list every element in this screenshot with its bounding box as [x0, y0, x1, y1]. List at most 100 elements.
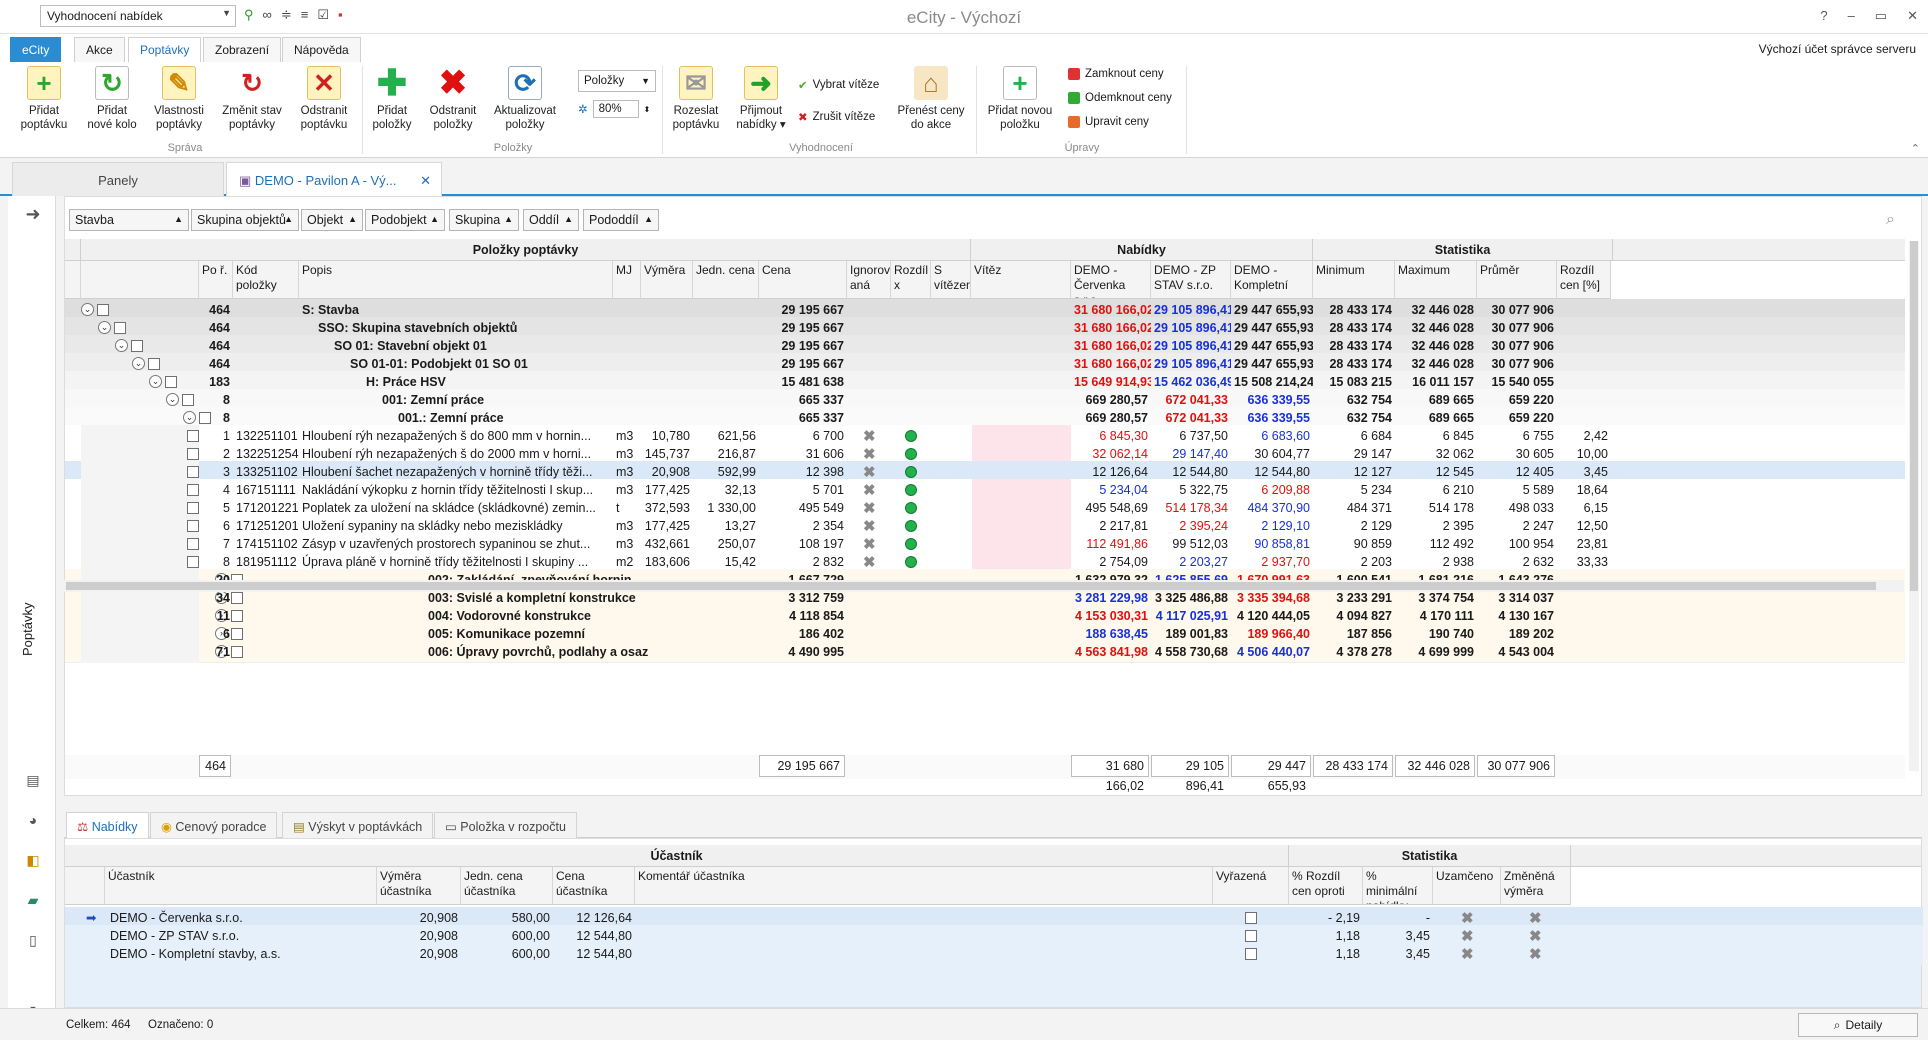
cancel-winner-button[interactable]: ✖ Zrušit vítěze	[798, 110, 875, 124]
offers-col-1[interactable]: Výměra účastníka	[377, 867, 461, 905]
edit-prices-button[interactable]: Upravit ceny	[1068, 116, 1149, 128]
filter-5[interactable]: Oddíl ▲	[523, 209, 579, 231]
collapse-icon[interactable]: ⌄	[149, 375, 162, 388]
collapse-icon[interactable]: ⌄	[98, 321, 111, 334]
row-checkbox[interactable]	[187, 430, 199, 442]
offers-col-7[interactable]: % minimální nabídky	[1363, 867, 1433, 905]
offers-col-6[interactable]: % Rozdíl cen oproti	[1289, 867, 1363, 905]
section-row[interactable]: › 71 006: Úpravy povrchů, podlahy a osaz 4 …	[65, 641, 1905, 663]
row-checkbox[interactable]	[165, 376, 177, 388]
excluded-checkbox[interactable]	[1245, 948, 1257, 960]
col-header-roz[interactable]: Rozdíl x	[891, 261, 931, 299]
col-header-desc[interactable]: Popis	[299, 261, 613, 299]
update-items-button[interactable]: ⟳ Aktualizovat položky	[488, 66, 562, 132]
col-header-kod[interactable]: Kód položky	[233, 261, 299, 299]
col-header-max[interactable]: Maximum	[1395, 261, 1477, 299]
col-header-sv[interactable]: S vítězem	[931, 261, 971, 299]
offers-col-8[interactable]: Uzamčeno	[1433, 867, 1501, 905]
scroll-thumb[interactable]	[1910, 241, 1918, 591]
row-checkbox[interactable]	[148, 358, 160, 370]
lock-prices-button[interactable]: Zamknout ceny	[1068, 68, 1164, 80]
offers-col-4[interactable]: Komentář účastníka	[635, 867, 1213, 905]
search-icon[interactable]: ⌕	[1886, 211, 1895, 229]
row-checkbox[interactable]	[187, 484, 199, 496]
spin-icon[interactable]: ⬍	[644, 105, 651, 114]
minimize-icon[interactable]: –	[1848, 8, 1855, 24]
col-header-min[interactable]: Minimum	[1313, 261, 1395, 299]
transfer-prices-button[interactable]: ⌂ Přenést ceny do akce	[894, 66, 968, 132]
offers-col-0[interactable]: Účastník	[105, 867, 377, 905]
details-button[interactable]: ⌕ Detaily	[1798, 1013, 1918, 1037]
collapse-icon[interactable]: ⌄	[132, 357, 145, 370]
collapse-icon[interactable]: ⌄	[81, 303, 94, 316]
remove-items-button[interactable]: ✖ Odstranit položky	[424, 66, 482, 132]
tab-napoveda[interactable]: Nápověda	[282, 37, 361, 62]
delete-request-button[interactable]: ✕ Odstranit poptávku	[292, 66, 356, 132]
row-checkbox[interactable]	[187, 448, 199, 460]
excluded-checkbox[interactable]	[1245, 930, 1257, 942]
table-icon[interactable]: ▤	[24, 772, 42, 789]
tab-cenovy-poradce[interactable]: ◉ Cenový poradce	[150, 812, 278, 838]
row-checkbox[interactable]	[187, 520, 199, 532]
col-header-mj[interactable]: MJ	[613, 261, 641, 299]
offers-col-2[interactable]: Jedn. cena účastníka	[461, 867, 553, 905]
request-properties-button[interactable]: ✎ Vlastnosti poptávky	[146, 66, 212, 132]
offers-col-3[interactable]: Cena účastníka	[553, 867, 635, 905]
tab-vyskyt[interactable]: ▤ Výskyt v poptávkách	[282, 812, 434, 838]
items-select[interactable]: Položky ▼	[578, 70, 656, 92]
tab-demo-pavilon[interactable]: ▣ DEMO - Pavilon A - Vý... ✕	[226, 162, 442, 196]
col-header-rc[interactable]: Rozdíl cen [%]	[1557, 261, 1611, 299]
add-round-button[interactable]: ↻ Přidat nové kolo	[80, 66, 144, 132]
collapse-ribbon-icon[interactable]: ⌃	[1911, 142, 1920, 155]
row-checkbox[interactable]	[187, 466, 199, 478]
row-checkbox[interactable]	[187, 502, 199, 514]
add-request-button[interactable]: + Přidat poptávku	[12, 66, 76, 132]
filter-2[interactable]: Objekt ▲	[301, 209, 363, 231]
arrow-right-circle-icon[interactable]: ➜	[24, 204, 42, 225]
help-icon[interactable]: ?	[1820, 8, 1827, 24]
collapse-icon[interactable]: ⌄	[183, 411, 196, 424]
row-checkbox[interactable]	[131, 340, 143, 352]
zoom-control[interactable]: ✲ 80% ⬍	[578, 100, 650, 118]
col-header-por[interactable]: Po ř.	[199, 261, 233, 299]
vertical-scrollbar[interactable]	[1909, 241, 1919, 771]
close-icon[interactable]: ✕	[1907, 8, 1918, 24]
tab-akce[interactable]: Akce	[74, 37, 125, 62]
row-checkbox[interactable]	[187, 538, 199, 550]
filter-4[interactable]: Skupina ▲	[449, 209, 519, 231]
document-icon[interactable]: ▯	[24, 932, 42, 949]
sidebar-poptavky[interactable]: Poptávky	[20, 603, 35, 656]
pie-icon[interactable]: ◕	[24, 812, 42, 828]
collapse-icon[interactable]: ⌄	[166, 393, 179, 406]
row-checkbox[interactable]	[182, 394, 194, 406]
tab-ecity[interactable]: eCity	[10, 37, 62, 62]
collapse-icon[interactable]: ⌄	[115, 339, 128, 352]
change-state-button[interactable]: ↻ Změnit stav poptávky	[216, 66, 288, 132]
row-checkbox[interactable]	[114, 322, 126, 334]
filter-3[interactable]: Podobjekt ▲	[365, 209, 445, 231]
row-checkbox[interactable]	[97, 304, 109, 316]
scroll-thumb[interactable]	[66, 582, 1876, 590]
add-items-button[interactable]: ✚ Přidat položky	[366, 65, 418, 132]
col-header-o2[interactable]: DEMO - ZP STAV s.r.o.	[1151, 261, 1231, 299]
account-label[interactable]: Výchozí účet správce serveru	[1759, 42, 1916, 56]
accept-offers-button[interactable]: ➜ Přijmout nabídky ▾	[732, 66, 790, 132]
tab-zobrazeni[interactable]: Zobrazení	[203, 37, 282, 62]
col-header-cena[interactable]: Cena	[759, 261, 847, 299]
horizontal-scrollbar[interactable]	[64, 580, 1904, 592]
col-header-ign[interactable]: Ignorov aná	[847, 261, 891, 299]
col-header-avg[interactable]: Průměr	[1477, 261, 1557, 299]
row-checkbox[interactable]	[187, 556, 199, 568]
select-winner-button[interactable]: ✔ Vybrat vítěze	[798, 78, 879, 92]
stack-icon[interactable]: ◧	[24, 852, 42, 869]
col-header-jc[interactable]: Jedn. cena	[693, 261, 759, 299]
book-icon[interactable]: ▰	[24, 892, 42, 909]
add-new-item-button[interactable]: + Přidat novou položku	[982, 66, 1058, 132]
filter-1[interactable]: Skupina objektů ▲	[191, 209, 299, 231]
col-header-o3[interactable]: DEMO - Kompletní	[1231, 261, 1313, 299]
offers-col-5[interactable]: Vyřazená	[1213, 867, 1289, 905]
filter-6[interactable]: Pododdíl ▲	[583, 209, 659, 231]
close-tab-icon[interactable]: ✕	[420, 173, 431, 189]
tab-nabidky[interactable]: ⚖ Nabídky	[66, 812, 149, 838]
zoom-field[interactable]: 80%	[592, 100, 639, 118]
